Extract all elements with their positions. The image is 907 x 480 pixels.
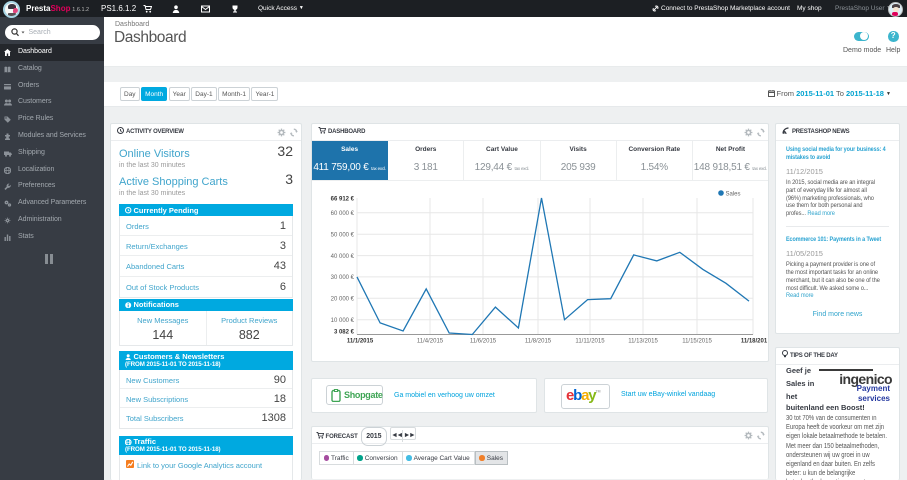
svg-text:11/6/2015: 11/6/2015: [470, 338, 497, 344]
svg-text:30 000 €: 30 000 €: [331, 275, 355, 281]
svg-text:11/4/2015: 11/4/2015: [417, 338, 444, 344]
svg-text:20 000 €: 20 000 €: [331, 296, 355, 302]
svg-text:3 082 €: 3 082 €: [334, 329, 355, 335]
svg-text:Sales: Sales: [726, 191, 741, 197]
svg-text:10 000 €: 10 000 €: [331, 317, 355, 323]
svg-text:11/1/2015: 11/1/2015: [347, 338, 374, 344]
svg-text:60 000 €: 60 000 €: [331, 211, 355, 217]
svg-text:11/18/201: 11/18/201: [741, 338, 768, 344]
svg-text:66 912 €: 66 912 €: [331, 196, 355, 202]
svg-text:11/8/2015: 11/8/2015: [525, 338, 552, 344]
svg-text:50 000 €: 50 000 €: [331, 232, 355, 238]
svg-text:11/13/2015: 11/13/2015: [628, 338, 658, 344]
svg-text:40 000 €: 40 000 €: [331, 253, 355, 259]
svg-text:11/15/2015: 11/15/2015: [682, 338, 712, 344]
svg-text:11/11/2015: 11/11/2015: [575, 338, 605, 344]
